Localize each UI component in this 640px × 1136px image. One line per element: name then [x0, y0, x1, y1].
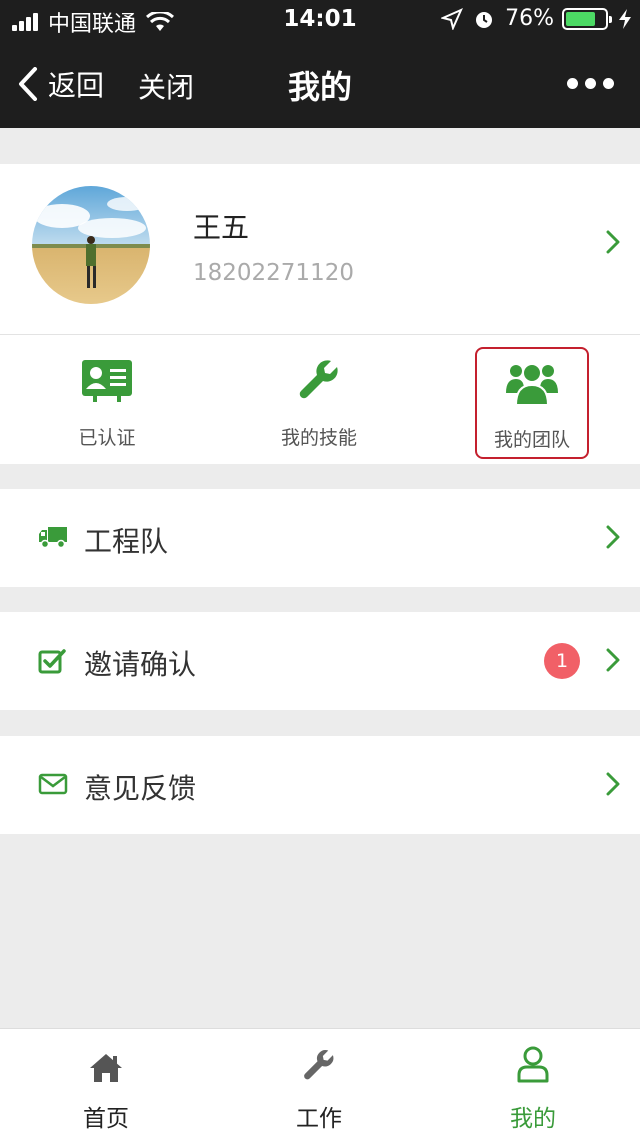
tab-mine[interactable]: 我的 [473, 1043, 593, 1133]
notification-badge: 1 [544, 643, 580, 679]
tab-label: 我的 [510, 1106, 556, 1132]
envelope-icon [38, 773, 68, 795]
wrench-icon [299, 360, 338, 399]
chevron-right-icon [606, 525, 620, 549]
user-name: 王五 [193, 211, 250, 244]
shortcut-label: 我的技能 [280, 427, 357, 449]
tab-label: 工作 [296, 1106, 342, 1132]
chevron-right-icon [606, 230, 620, 254]
more-button[interactable] [560, 78, 614, 89]
nav-bar: 返回 关闭 我的 [0, 40, 640, 128]
truck-icon [39, 527, 67, 549]
shortcut-label: 已认证 [78, 427, 136, 449]
shortcut-row: 已认证 我的技能 我的团队 [0, 335, 640, 464]
close-button[interactable]: 关闭 [138, 66, 194, 106]
menu-item-label: 工程队 [84, 525, 169, 558]
id-card-icon [82, 360, 132, 402]
more-dot-icon [603, 78, 614, 89]
charging-bolt-icon [619, 8, 631, 29]
alarm-icon [476, 11, 493, 28]
wrench-icon [304, 1050, 334, 1080]
shortcut-my-skills[interactable]: 我的技能 [262, 347, 376, 459]
battery-icon [562, 7, 612, 30]
home-icon [90, 1054, 122, 1082]
tab-work[interactable]: 工作 [259, 1043, 379, 1133]
chevron-left-icon [19, 67, 37, 101]
tab-home[interactable]: 首页 [46, 1043, 166, 1133]
user-icon [517, 1046, 549, 1083]
back-label: 返回 [48, 69, 105, 102]
shortcut-label: 我的团队 [493, 429, 570, 451]
status-bar: 中国联通 14:01 76% [0, 0, 640, 40]
menu-item-label: 邀请确认 [84, 648, 197, 681]
team-icon [506, 363, 558, 405]
menu-item-label: 意见反馈 [84, 772, 197, 805]
more-dot-icon [567, 78, 578, 89]
location-arrow-icon [441, 7, 464, 30]
back-button[interactable]: 返回 [18, 64, 104, 104]
chevron-right-icon [606, 772, 620, 796]
menu-item-invite-confirm[interactable]: 邀请确认 1 [0, 612, 640, 710]
shortcut-my-team[interactable]: 我的团队 [475, 347, 589, 459]
more-dot-icon [585, 78, 596, 89]
menu-item-feedback[interactable]: 意见反馈 [0, 736, 640, 834]
checkbox-icon [38, 649, 66, 674]
profile-card[interactable]: 王五 18202271120 [0, 164, 640, 334]
battery-percent: 76% [505, 6, 554, 31]
top-bar: 中国联通 14:01 76% 返回 关闭 我的 [0, 0, 640, 128]
avatar [32, 186, 150, 304]
tab-label: 首页 [83, 1106, 129, 1132]
shortcut-verified[interactable]: 已认证 [50, 347, 164, 459]
menu-item-engineering-team[interactable]: 工程队 [0, 489, 640, 587]
chevron-right-icon [606, 648, 620, 672]
user-phone: 18202271120 [193, 260, 354, 286]
tab-bar: 首页 工作 我的 [0, 1028, 640, 1136]
